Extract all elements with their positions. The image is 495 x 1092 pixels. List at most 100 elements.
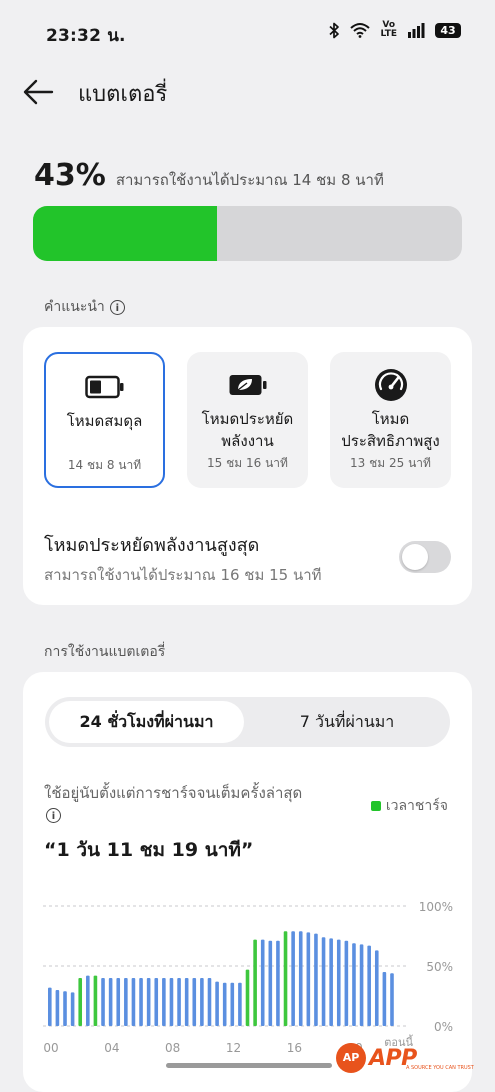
usage-bar [298, 931, 303, 1026]
usage-bar [314, 933, 318, 1026]
status-bar: 23:32 น. Vo LTE 43 [0, 0, 495, 64]
usage-bar [352, 943, 356, 1026]
back-arrow-icon [23, 79, 54, 105]
bluetooth-icon [329, 22, 340, 38]
legend-charge-swatch [370, 801, 381, 811]
tile-icon-wrap [330, 369, 451, 401]
usage-bar [86, 975, 90, 1026]
tile-icon-wrap [46, 372, 163, 402]
volte-icon: Vo LTE [380, 21, 397, 39]
watermark-logo: AP [336, 1043, 366, 1073]
usage-bar [131, 978, 136, 1026]
battery-icon: 43 [435, 22, 461, 38]
mode-name: โหมดประหยัดพลังงาน [201, 410, 294, 450]
period-selector: 24 ชั่วโมงที่ผ่านมา 7 วันที่ผ่านมา [45, 697, 450, 747]
usage-bar [169, 978, 174, 1026]
usage-bar [70, 992, 75, 1026]
status-time: 23:32 น. [46, 26, 126, 46]
info-icon[interactable]: i [109, 299, 125, 315]
usage-bar [177, 978, 181, 1026]
usage-bar [116, 978, 121, 1026]
super-saver-toggle[interactable] [399, 541, 451, 573]
tab-last-7-days[interactable]: 7 วันที่ผ่านมา [248, 701, 446, 743]
usage-bar [215, 981, 219, 1026]
usage-bar [230, 982, 235, 1026]
usage-bar [390, 973, 394, 1026]
since-charge-label: ใช้อยู่นับตั้งแต่การชาร์จจนเต็มครั้งล่าส… [44, 782, 304, 826]
usage-bar [374, 950, 379, 1026]
usage-bar [329, 938, 333, 1026]
mode-tiles: โหมดสมดุล 14 ชม 8 นาที โหมดประหยัดพลังงา… [44, 352, 451, 488]
chart-legend: เวลาชาร์จ [370, 795, 448, 817]
tile-icon-wrap [187, 370, 308, 400]
usage-bar [291, 931, 295, 1026]
y-tick-label: 100% [419, 900, 453, 914]
mode-name: โหมดสมดุล [66, 412, 143, 430]
leaf-battery-icon [229, 375, 266, 395]
usage-bar [276, 940, 280, 1026]
usage-bar [238, 982, 242, 1026]
mode-time: 13 ชม 25 นาที [350, 456, 431, 470]
back-button[interactable] [22, 78, 56, 106]
header: แบตเตอรี่ [0, 64, 495, 120]
usage-section-label-text: การใช้งานแบตเตอรี่ [44, 644, 166, 660]
x-tick-label: 00 [43, 1041, 58, 1055]
tab-last-24-hours[interactable]: 24 ชั่วโมงที่ผ่านมา [49, 701, 244, 743]
mode-power-saving-tile[interactable]: โหมดประหยัดพลังงาน 15 ชม 16 นาที [187, 352, 308, 488]
legend-charge-label: เวลาชาร์จ [385, 798, 448, 814]
battery-level-fill [33, 206, 218, 261]
speedometer-icon [374, 369, 407, 401]
usage-bar [382, 972, 387, 1026]
charge-bar [283, 931, 288, 1026]
battery-icon [84, 375, 123, 399]
status-icons: Vo LTE 43 [329, 21, 461, 39]
usage-bar [63, 991, 67, 1026]
page-title: แบตเตอรี่ [78, 82, 168, 107]
usage-bar [344, 940, 349, 1026]
usage-bar [306, 932, 311, 1026]
x-tick-label: 04 [104, 1041, 119, 1055]
usage-bar [268, 940, 273, 1026]
mode-performance-tile[interactable]: โหมดประสิทธิภาพสูง 13 ชม 25 นาที [330, 352, 451, 488]
usage-duration: “1 วัน 11 ชม 19 นาที” [44, 839, 254, 861]
watermark-tagline: A SOURCE YOU CAN TRUST [406, 1065, 474, 1071]
usage-bar [200, 978, 204, 1026]
suggestions-label: คำแนะนำ i [44, 296, 125, 318]
usage-bar [146, 978, 151, 1026]
mode-balanced-tile[interactable]: โหมดสมดุล 14 ชม 8 นาที [44, 352, 165, 488]
usage-bar [207, 978, 212, 1026]
since-charge-text: ใช้อยู่นับตั้งแต่การชาร์จจนเต็มครั้งล่าส… [44, 784, 303, 802]
wifi-icon [350, 23, 371, 38]
usage-bar [154, 978, 159, 1026]
mode-card: โหมดสมดุล 14 ชม 8 นาที โหมดประหยัดพลังงา… [23, 327, 472, 605]
suggestions-label-text: คำแนะนำ [44, 299, 105, 315]
super-saver-subtitle: สามารถใช้งานได้ประมาณ 16 ชม 15 นาที [44, 566, 322, 584]
remaining-time: สามารถใช้งานได้ประมาณ 14 ชม 8 นาที [115, 171, 384, 189]
battery-level-bar [33, 206, 462, 261]
charge-bar [93, 975, 98, 1026]
usage-bar [124, 978, 128, 1026]
x-tick-label: 08 [165, 1041, 180, 1055]
usage-bar [336, 939, 341, 1026]
toggle-knob [402, 544, 428, 570]
usage-bar [101, 978, 105, 1026]
usage-bar [192, 978, 197, 1026]
super-saver-title: โหมดประหยัดพลังงานสูงสุด [44, 535, 260, 556]
mode-time: 14 ชม 8 นาที [67, 458, 142, 472]
usage-bar [367, 945, 371, 1026]
info-icon[interactable]: i [46, 808, 61, 823]
usage-bar [222, 982, 227, 1026]
volte-bottom: LTE [380, 29, 397, 39]
battery-percent: 43% [34, 158, 106, 193]
battery-summary: 43% สามารถใช้งานได้ประมาณ 14 ชม 8 นาที [34, 158, 384, 193]
charge-bar [78, 978, 83, 1026]
usage-bar [139, 978, 143, 1026]
usage-bar [359, 944, 364, 1026]
x-tick-label: 16 [287, 1041, 302, 1055]
home-indicator[interactable] [166, 1063, 332, 1068]
usage-bar [260, 939, 265, 1026]
charge-bar [253, 939, 257, 1026]
mode-name: โหมดประสิทธิภาพสูง [341, 410, 440, 450]
signal-icon [408, 22, 425, 38]
mode-time: 15 ชม 16 นาที [207, 456, 288, 470]
